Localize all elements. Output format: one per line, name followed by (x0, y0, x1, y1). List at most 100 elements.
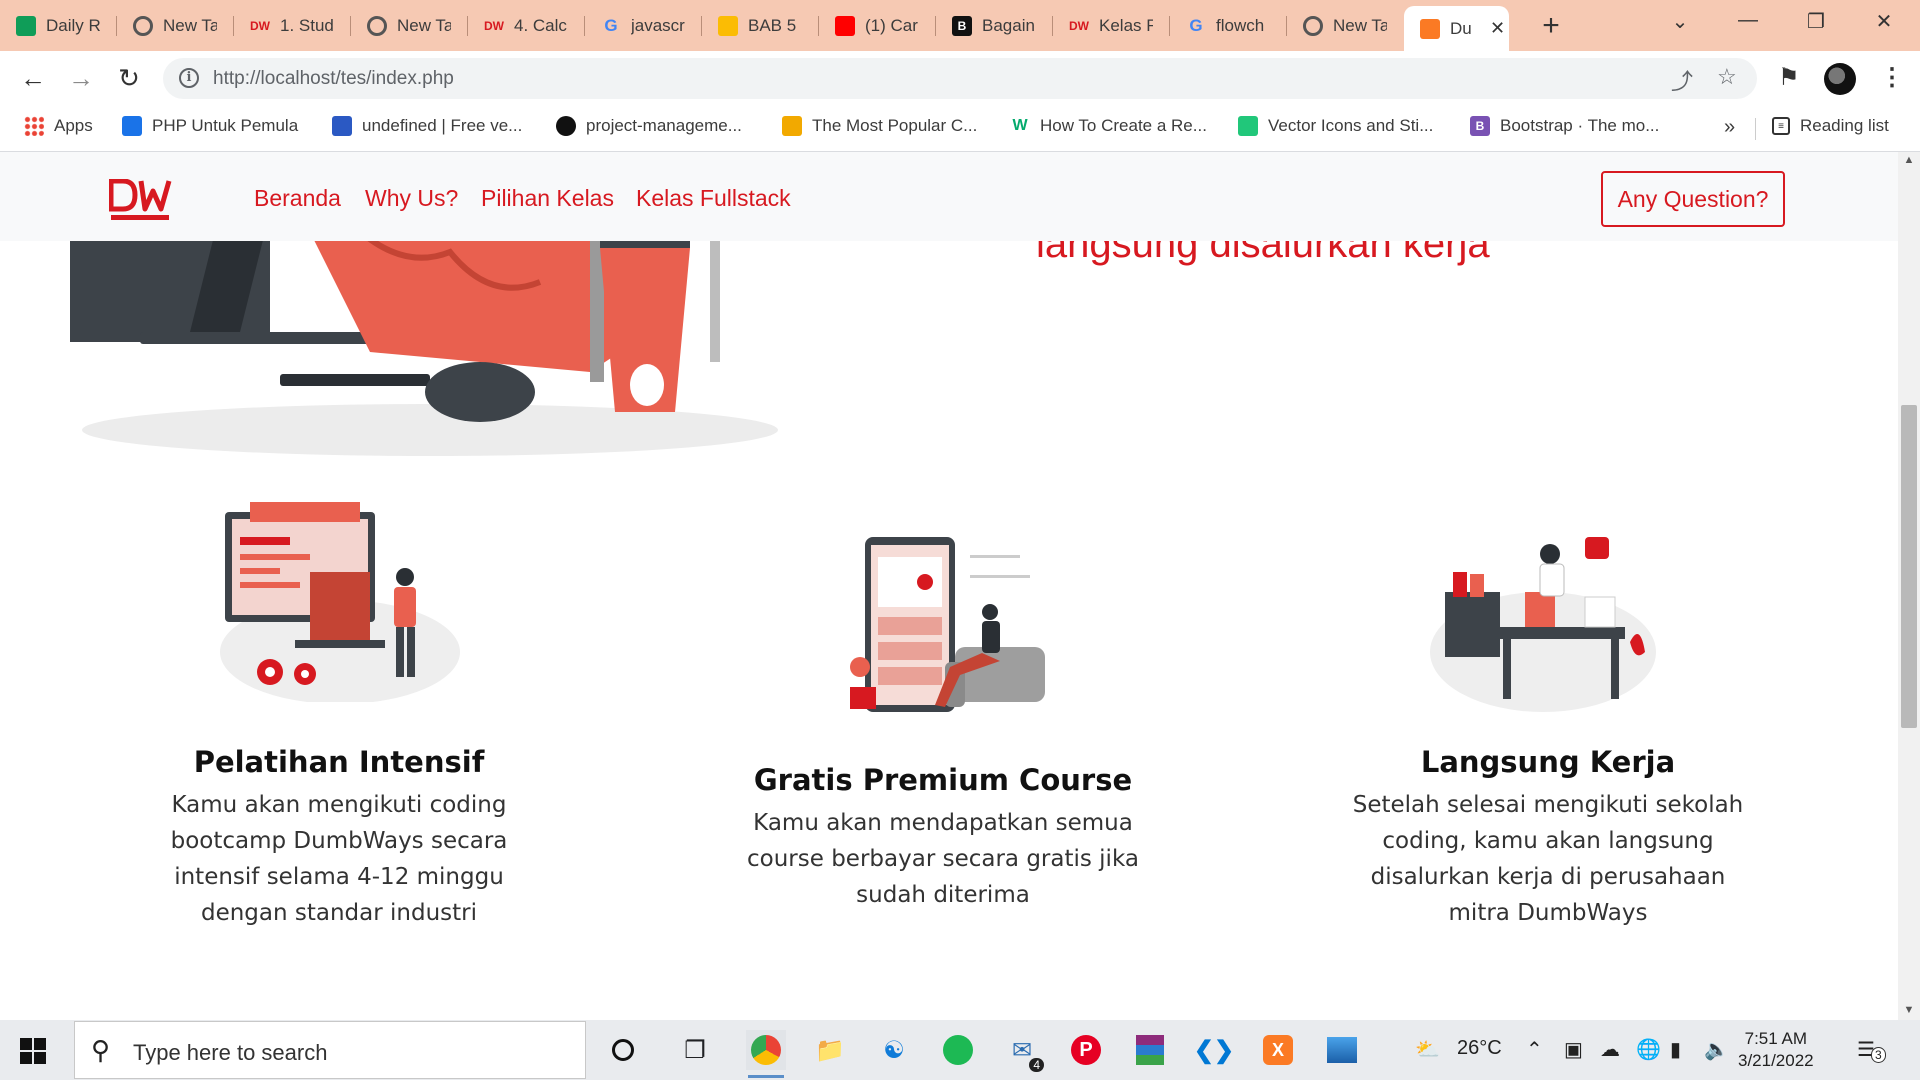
nav-link-kelas-fullstack[interactable]: Kelas Fullstack (636, 185, 791, 212)
browser-tab[interactable]: Gflowch (1170, 8, 1285, 43)
scroll-up-icon[interactable]: ▲ (1898, 154, 1920, 166)
chrome-taskbar-icon[interactable] (746, 1030, 786, 1078)
bold-b-icon: B (952, 15, 972, 36)
site-navbar: Beranda Why Us? Pilihan Kelas Kelas Full… (0, 152, 1898, 241)
scroll-down-icon[interactable]: ▼ (1898, 1004, 1920, 1016)
notification-count: 3 (1871, 1047, 1886, 1063)
drive-icon (718, 15, 738, 36)
browser-tab-title: 1. Stud (280, 15, 334, 35)
minimize-icon[interactable]: — (1728, 9, 1768, 32)
bookmark-item[interactable]: project-manageme... (556, 116, 742, 136)
bookmark-item[interactable]: W How To Create a Re... (1010, 116, 1207, 136)
browser-tab[interactable]: Gjavascr (585, 8, 700, 43)
page-viewport: langsung disalurkan kerja Beranda Why Us… (0, 152, 1920, 1020)
browser-tab[interactable]: New Ta (351, 8, 466, 43)
nav-link-pilihan-kelas[interactable]: Pilihan Kelas (481, 185, 614, 212)
forward-icon[interactable]: → (64, 63, 98, 94)
browser-tab[interactable]: (1) Car (819, 8, 934, 43)
share-icon[interactable]: ⤴ (1671, 64, 1693, 96)
address-url[interactable]: http://localhost/tes/index.php (213, 68, 454, 90)
pinterest-icon[interactable]: P (1066, 1030, 1106, 1070)
menu-kebab-icon[interactable]: ⋮ (1880, 63, 1904, 92)
browser-tab[interactable]: DW Kelas F (1053, 8, 1168, 43)
browser-tab-title: New Ta (163, 15, 217, 35)
browser-tab[interactable]: BAB 5 (702, 8, 817, 43)
extensions-icon[interactable]: ⚑ (1778, 63, 1800, 92)
vscode-icon[interactable]: ❮❯ (1194, 1030, 1234, 1070)
feature-description: Kamu akan mengikuti coding bootcamp Dumb… (170, 792, 508, 926)
any-question-button[interactable]: Any Question? (1601, 171, 1785, 227)
browser-tab[interactable]: Du ✕ (1404, 6, 1509, 51)
feature-card-pelatihan-intensif: Pelatihan Intensif Kamu akan mengikuti c… (129, 745, 549, 931)
dumbways-logo[interactable] (109, 179, 173, 223)
bookmark-item[interactable]: undefined | Free ve... (332, 116, 522, 136)
meet-now-icon[interactable]: ▣ (1564, 1037, 1583, 1062)
bookmark-label: project-manageme... (586, 116, 742, 135)
back-icon[interactable]: ← (16, 63, 50, 94)
bookmark-label: PHP Untuk Pemula (152, 116, 299, 135)
dumbways-icon: DW (250, 18, 270, 33)
taskbar-search-placeholder: Type here to search (133, 1040, 328, 1065)
reading-list-label: Reading list (1800, 116, 1889, 135)
xampp-icon[interactable]: X (1258, 1030, 1298, 1070)
xampp-icon (1420, 18, 1440, 39)
chrome-icon (367, 15, 387, 36)
taskbar-search-box[interactable]: ⚲ Type here to search (74, 1021, 586, 1079)
browser-tab[interactable]: DW 4. Calc (468, 8, 583, 43)
battery-icon[interactable]: ▮ (1670, 1037, 1681, 1062)
browser-tab[interactable]: Daily R (0, 8, 115, 43)
window-close-icon[interactable]: ✕ (1864, 9, 1904, 34)
bookmark-item[interactable]: B Bootstrap · The mo... (1470, 116, 1659, 136)
mail-icon[interactable]: ✉ 4 (1002, 1030, 1044, 1072)
windows-start-icon[interactable] (20, 1038, 46, 1064)
bookmarks-bar: » ≡ Reading list Apps PHP Untuk Pemula und… (0, 106, 1920, 152)
new-tab-button[interactable]: + (1536, 9, 1566, 43)
browser-tab[interactable]: New Ta (1287, 8, 1402, 43)
file-explorer-icon[interactable]: 📁 (810, 1030, 850, 1070)
browser-tab[interactable]: New Ta (117, 8, 232, 43)
winrar-icon[interactable] (1130, 1030, 1170, 1070)
browser-tab[interactable]: B Bagain (936, 8, 1051, 43)
browser-tab-title: javascr (631, 15, 685, 35)
reload-icon[interactable]: ↻ (112, 63, 146, 94)
page-scrollbar[interactable]: ▲ ▼ (1898, 152, 1920, 1020)
training-illustration (220, 502, 460, 702)
bookmark-label: How To Create a Re... (1040, 116, 1207, 135)
restore-icon[interactable]: ❐ (1796, 9, 1836, 34)
google-icon: G (1189, 15, 1203, 35)
premium-course-illustration (850, 537, 1045, 712)
cortana-icon[interactable] (603, 1030, 643, 1070)
google-icon: G (604, 15, 618, 35)
volume-icon[interactable]: 🔈 (1704, 1037, 1729, 1062)
taskbar-clock[interactable]: 7:51 AM 3/21/2022 (1738, 1028, 1814, 1072)
profile-avatar[interactable] (1824, 63, 1856, 95)
browser-tab-title: (1) Car (865, 15, 918, 35)
bookmark-item[interactable]: The Most Popular C... (782, 116, 977, 136)
bookmark-item[interactable]: PHP Untuk Pemula (122, 116, 298, 136)
address-bar[interactable]: i http://localhost/tes/index.php ⤴ ☆ (163, 58, 1757, 99)
bookmarks-overflow-button[interactable]: » (1724, 116, 1735, 139)
tab-search-icon[interactable]: ⌄ (1660, 9, 1700, 34)
nav-link-why-us[interactable]: Why Us? (365, 185, 458, 212)
tray-expand-icon[interactable]: ⌃ (1526, 1037, 1543, 1062)
network-globe-icon[interactable]: 🌐 (1636, 1037, 1661, 1062)
edge-icon[interactable]: ☯ (874, 1030, 914, 1070)
onedrive-icon[interactable]: ☁ (1600, 1037, 1620, 1062)
chrome-icon (133, 15, 153, 36)
notification-center-icon[interactable]: ☰ 3 (1857, 1037, 1886, 1063)
site-info-icon[interactable]: i (179, 68, 199, 88)
nav-link-beranda[interactable]: Beranda (254, 185, 341, 212)
close-tab-icon[interactable]: ✕ (1490, 18, 1505, 39)
task-view-icon[interactable]: ❐ (675, 1030, 715, 1070)
browser-tab[interactable]: DW 1. Stud (234, 8, 349, 43)
weather-icon[interactable]: ⛅ (1415, 1037, 1440, 1062)
bookmark-star-icon[interactable]: ☆ (1717, 64, 1737, 90)
bookmark-item[interactable]: Vector Icons and Sti... (1238, 116, 1433, 136)
browser-tab-strip: Daily R New Ta DW 1. Stud New Ta DW 4. Calc Gja… (0, 0, 1920, 51)
bookmark-item[interactable]: Apps (24, 116, 93, 136)
photos-icon[interactable] (1322, 1030, 1362, 1070)
weather-temp[interactable]: 26°C (1457, 1037, 1502, 1060)
spotify-icon[interactable] (938, 1030, 978, 1070)
reading-list-button[interactable]: ≡ Reading list (1772, 116, 1889, 136)
scroll-thumb[interactable] (1901, 405, 1917, 728)
